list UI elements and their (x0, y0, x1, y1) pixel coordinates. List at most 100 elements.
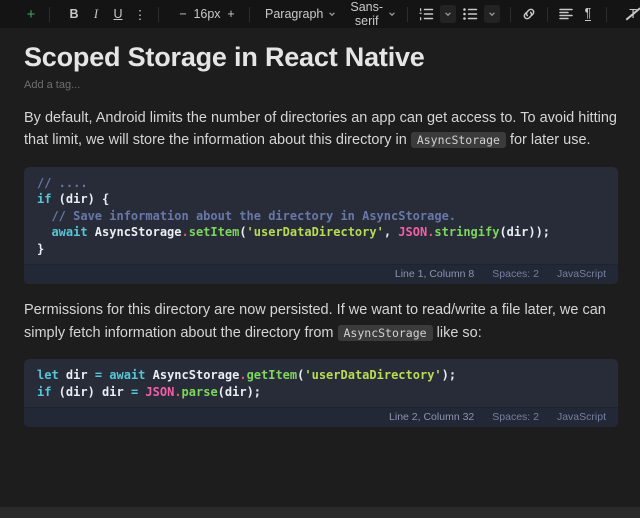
code-line: if (dir) dir = JSON.parse(dir); (37, 384, 605, 401)
code-token: (dir) { (51, 192, 109, 206)
chevron-down-icon (388, 10, 396, 18)
note-title[interactable]: Scoped Storage in React Native (24, 42, 618, 73)
code-token: setItem (189, 225, 240, 239)
text-run: for later use. (506, 132, 591, 148)
code-token: 'userDataDirectory' (304, 368, 441, 382)
bold-button[interactable]: B (63, 3, 85, 25)
code-token: if (37, 385, 51, 399)
align-left-icon (558, 6, 574, 22)
paragraph-style-label: Paragraph (265, 7, 323, 21)
code-token: AsyncStorage (88, 225, 182, 239)
code-token: . (182, 225, 189, 239)
chevron-down-icon (328, 10, 336, 18)
toolbar-divider (249, 7, 250, 22)
cursor-position: Line 1, Column 8 (395, 268, 474, 280)
code-token: (dir) dir (51, 385, 130, 399)
toolbar-divider (547, 7, 548, 22)
code-token: ); (442, 368, 456, 382)
paragraph-style-select[interactable]: Paragraph (261, 3, 340, 25)
code-block[interactable]: let dir = await AsyncStorage.getItem('us… (24, 359, 618, 427)
code-token: if (37, 192, 51, 206)
font-family-label: Sans-serif (350, 0, 383, 28)
code-block[interactable]: // ....if (dir) { // Save information ab… (24, 167, 618, 285)
insert-button[interactable]: + (20, 3, 42, 25)
formatting-toolbar: + B I U ⋮ − 16px + Paragraph Sans-serif (0, 0, 640, 28)
text-run: like so: (433, 325, 482, 341)
ordered-list-button[interactable] (415, 3, 437, 25)
ordered-list-dropdown[interactable] (440, 5, 456, 23)
code-editor-area[interactable]: // ....if (dir) { // Save information ab… (24, 167, 618, 265)
code-token: getItem (247, 368, 298, 382)
pilcrow-icon: ¶ (585, 7, 592, 22)
code-token: // .... (37, 176, 88, 190)
editor-window: + B I U ⋮ − 16px + Paragraph Sans-serif (0, 0, 640, 518)
indent-setting: Spaces: 2 (492, 268, 539, 280)
code-token: . (174, 385, 181, 399)
underline-button[interactable]: U (107, 3, 129, 25)
code-token: // Save information about the directory … (51, 209, 456, 223)
code-line: if (dir) { (37, 191, 605, 208)
code-token: ( (239, 225, 246, 239)
inline-code: AsyncStorage (338, 325, 433, 341)
code-token: await (109, 368, 145, 382)
increase-font-button[interactable]: + (220, 3, 242, 25)
code-token: . (239, 368, 246, 382)
insert-link-button[interactable] (518, 3, 540, 25)
code-line: await AsyncStorage.setItem('userDataDire… (37, 224, 605, 241)
toolbar-divider (158, 7, 159, 22)
unordered-list-button[interactable] (459, 3, 481, 25)
code-token: await (51, 225, 87, 239)
horizontal-scrollbar-track[interactable] (0, 507, 640, 518)
unordered-list-icon (462, 6, 478, 22)
decrease-font-button[interactable]: − (172, 3, 194, 25)
note-content: Scoped Storage in React Native Add a tag… (0, 28, 640, 427)
code-editor-area[interactable]: let dir = await AsyncStorage.getItem('us… (24, 359, 618, 407)
unordered-list-dropdown[interactable] (484, 5, 500, 23)
language-label: JavaScript (557, 411, 606, 423)
paragraph-mark-button[interactable]: ¶ (577, 3, 599, 25)
code-token: (dir)); (499, 225, 550, 239)
code-token (37, 225, 51, 239)
code-token: stringify (434, 225, 499, 239)
code-line: // .... (37, 175, 605, 192)
cursor-position: Line 2, Column 32 (389, 411, 474, 423)
code-token: } (37, 242, 44, 256)
code-token: 'userDataDirectory' (247, 225, 384, 239)
text-run: Permissions for this directory are now p… (24, 302, 606, 340)
code-status-bar: Line 2, Column 32 Spaces: 2 JavaScript (24, 407, 618, 427)
align-button[interactable] (555, 3, 577, 25)
code-token: AsyncStorage (145, 368, 239, 382)
code-token: , (384, 225, 398, 239)
code-token (37, 209, 51, 223)
clear-formatting-button[interactable]: T (622, 3, 640, 25)
code-token: let (37, 368, 59, 382)
italic-button[interactable]: I (85, 3, 107, 25)
code-token: dir (59, 368, 95, 382)
toolbar-divider (606, 7, 607, 22)
paragraph[interactable]: Permissions for this directory are now p… (24, 299, 618, 344)
paragraph[interactable]: By default, Android limits the number of… (24, 107, 618, 152)
code-token: JSON (398, 225, 427, 239)
code-token: (dir); (218, 385, 261, 399)
inline-code: AsyncStorage (411, 132, 506, 148)
tag-input[interactable]: Add a tag... (24, 79, 618, 91)
code-line: let dir = await AsyncStorage.getItem('us… (37, 367, 605, 384)
code-token: JSON (145, 385, 174, 399)
code-token: = (95, 368, 102, 382)
code-status-bar: Line 1, Column 8 Spaces: 2 JavaScript (24, 264, 618, 284)
link-icon (521, 6, 537, 22)
toolbar-divider (49, 7, 50, 22)
toolbar-divider (407, 7, 408, 22)
indent-setting: Spaces: 2 (492, 411, 539, 423)
more-formats-button[interactable]: ⋮ (129, 3, 151, 25)
chevron-down-icon (444, 10, 452, 18)
language-label: JavaScript (557, 268, 606, 280)
chevron-down-icon (488, 10, 496, 18)
code-token: parse (182, 385, 218, 399)
toolbar-divider (510, 7, 511, 22)
font-size-value: 16px (194, 3, 220, 25)
code-line: } (37, 241, 605, 258)
font-family-select[interactable]: Sans-serif (346, 3, 400, 25)
code-line: // Save information about the directory … (37, 208, 605, 225)
ordered-list-icon (418, 6, 434, 22)
